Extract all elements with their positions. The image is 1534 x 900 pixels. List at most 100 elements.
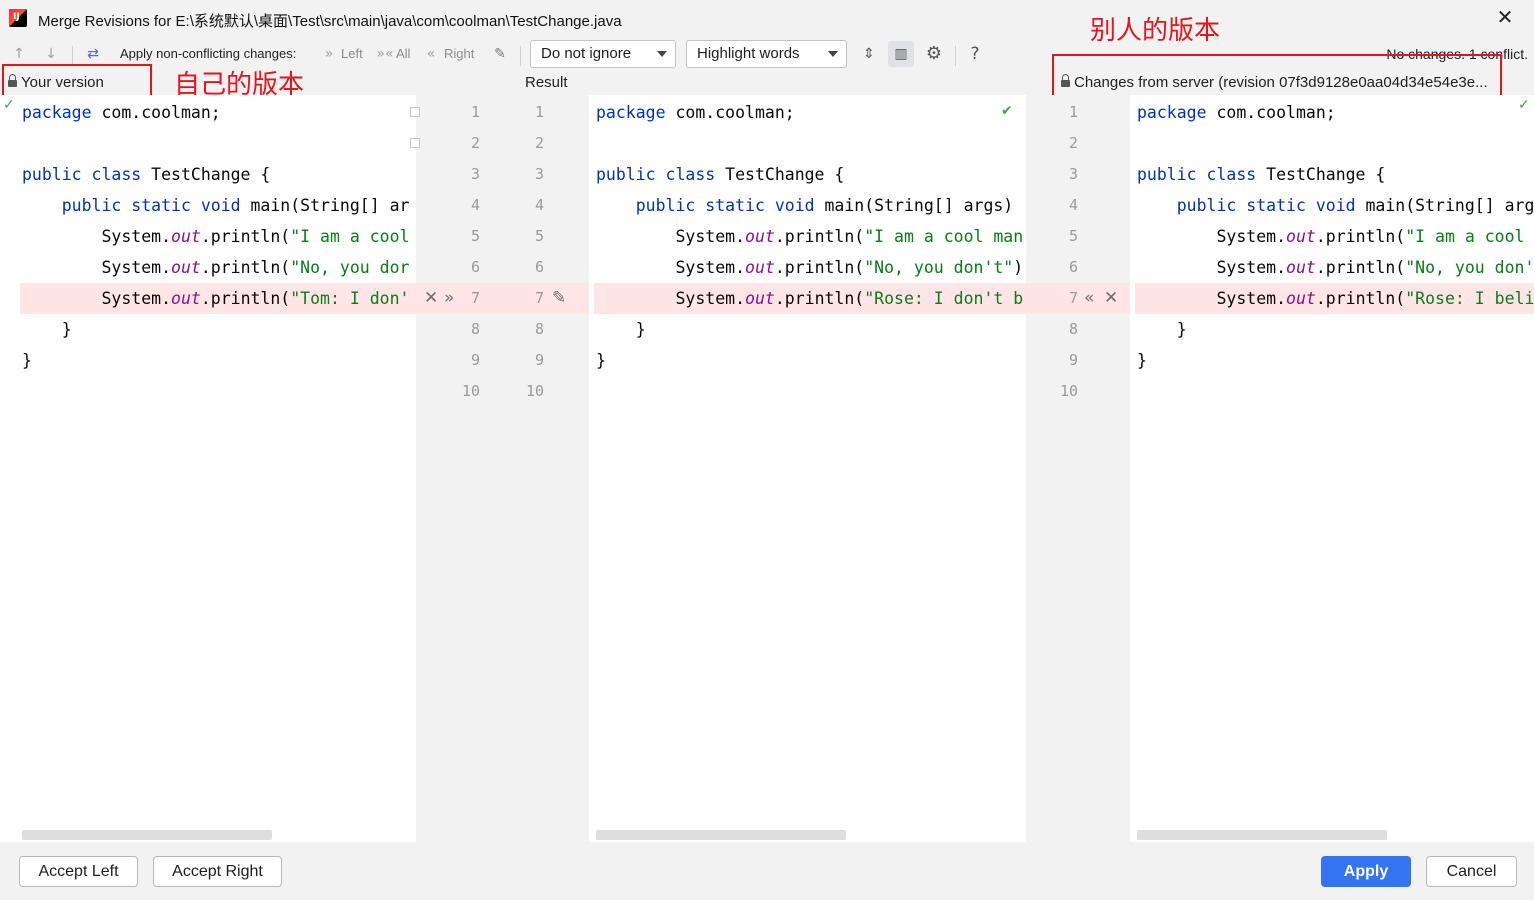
- code-token: com.coolman;: [91, 103, 221, 122]
- fold-marker-icon[interactable]: [410, 138, 420, 148]
- code-line: }: [22, 314, 72, 345]
- sync-scroll-icon[interactable]: ⇄: [82, 44, 104, 64]
- gear-icon[interactable]: ⚙: [922, 44, 946, 64]
- line-number: 4: [1068, 196, 1078, 214]
- toolbar-separator: [955, 46, 956, 66]
- code-token: System.: [1137, 289, 1287, 308]
- accept-left-button[interactable]: Accept Left: [19, 856, 138, 887]
- highlight-mode-select[interactable]: Highlight words: [686, 40, 847, 68]
- line-number: 5: [534, 227, 544, 245]
- left-editor[interactable]: package com.coolman; public class TestCha…: [0, 95, 416, 842]
- apply-right-button[interactable]: Right: [444, 46, 474, 61]
- code-token: System.: [596, 227, 746, 246]
- code-line: }: [1137, 345, 1147, 376]
- line-number: 2: [1068, 134, 1078, 152]
- code-token: "I am a cool: [290, 227, 410, 246]
- accept-right-button[interactable]: Accept Right: [153, 856, 282, 887]
- result-editor[interactable]: package com.coolman; public class TestCha…: [589, 95, 1026, 842]
- code-line: package com.coolman;: [596, 97, 795, 128]
- apply-left-change-icon[interactable]: »: [444, 283, 454, 314]
- chevron-down-icon: [657, 51, 667, 57]
- code-token: "I am a cool man: [864, 227, 1024, 246]
- ignore-whitespace-select[interactable]: Do not ignore: [530, 40, 676, 68]
- line-number: 7: [1068, 289, 1078, 307]
- line-number: 6: [470, 258, 480, 276]
- code-line: }: [596, 314, 646, 345]
- line-number: 8: [1068, 320, 1078, 338]
- line-number: 9: [1068, 351, 1078, 369]
- code-token: public static void: [635, 196, 815, 215]
- previous-difference-icon[interactable]: ↑: [10, 44, 28, 64]
- apply-button[interactable]: Apply: [1321, 856, 1411, 887]
- right-editor[interactable]: package com.coolman; public class TestCha…: [1130, 95, 1534, 842]
- code-token: .println(: [1315, 227, 1406, 246]
- magic-resolve-icon[interactable]: ✎: [552, 283, 566, 314]
- horizontal-scrollbar[interactable]: [1137, 830, 1387, 840]
- code-token: .println(: [200, 289, 291, 308]
- apply-left-button[interactable]: Left: [341, 46, 363, 61]
- ignore-select-value: Do not ignore: [541, 45, 632, 62]
- code-line: public class TestChange {: [596, 159, 844, 190]
- title-bar: IJ Merge Revisions for E:\系统默认\桌面\Test\s…: [0, 0, 1534, 38]
- code-token: out: [171, 227, 201, 246]
- code-token: .println(: [774, 258, 865, 277]
- code-token: System.: [22, 258, 172, 277]
- code-line: }: [22, 345, 32, 376]
- code-token: out: [171, 289, 201, 308]
- apply-all-button[interactable]: All: [396, 46, 410, 61]
- code-token: "Rose: I beli: [1405, 289, 1534, 308]
- apply-non-conflicting-label: Apply non-conflicting changes:: [120, 46, 297, 61]
- next-difference-icon[interactable]: ↓: [42, 44, 60, 64]
- fold-marker-icon[interactable]: [410, 107, 420, 117]
- code-token: main(String[] ar: [240, 196, 410, 215]
- horizontal-scrollbar[interactable]: [596, 830, 846, 840]
- code-token: package: [596, 103, 666, 122]
- horizontal-scrollbar[interactable]: [22, 830, 272, 840]
- code-token: }: [22, 351, 32, 370]
- discard-right-icon[interactable]: ✕: [1104, 283, 1118, 314]
- code-token: ): [1013, 258, 1024, 277]
- code-line: public class TestChange {: [22, 159, 270, 190]
- line-number: 5: [1068, 227, 1078, 245]
- code-token: .println(: [200, 227, 291, 246]
- line-number: 9: [470, 351, 480, 369]
- code-token: System.: [596, 258, 746, 277]
- apply-right-change-icon[interactable]: «: [1084, 283, 1094, 314]
- code-token: TestChange {: [141, 165, 271, 184]
- line-number: 1: [470, 103, 480, 121]
- line-number: 5: [470, 227, 480, 245]
- toolbar-separator: [520, 46, 521, 66]
- line-number: 4: [470, 196, 480, 214]
- code-line: System.out.println("I am a cool: [1137, 221, 1524, 252]
- toolbar-separator: [72, 46, 73, 66]
- code-token: "Tom: I don': [290, 289, 410, 308]
- side-by-side-icon[interactable]: ▥: [888, 41, 914, 67]
- left-center-gutter: 1 2 3 4 5 6 7 8 9 10 1 2 3 4 5 6 7 8 9 10 ✕» ✎: [410, 95, 589, 842]
- window-title: Merge Revisions for E:\系统默认\桌面\Test\src\…: [38, 13, 622, 30]
- code-line: package com.coolman;: [1137, 97, 1336, 128]
- apply-all-icon[interactable]: »«: [376, 44, 394, 64]
- code-line: }: [596, 345, 606, 376]
- code-token: }: [1137, 320, 1187, 339]
- code-token: TestChange {: [1256, 165, 1386, 184]
- code-token: .println(: [1315, 258, 1406, 277]
- code-line: public static void main(String[] arg: [1137, 190, 1534, 221]
- code-line: System.out.println("No, you don't"): [596, 252, 1023, 283]
- code-token: package: [1137, 103, 1207, 122]
- line-number: 10: [461, 382, 480, 400]
- code-token: "No, you don't": [864, 258, 1014, 277]
- help-icon[interactable]: ?: [964, 44, 986, 64]
- line-number: 2: [534, 134, 544, 152]
- resolved-check-icon: ✔: [1001, 103, 1013, 119]
- cancel-button[interactable]: Cancel: [1426, 856, 1517, 887]
- close-icon[interactable]: ✕: [1494, 6, 1516, 28]
- magic-resolve-icon[interactable]: ✎: [490, 44, 510, 64]
- code-token: main(String[] arg: [1355, 196, 1534, 215]
- discard-left-icon[interactable]: ✕: [424, 283, 438, 314]
- apply-right-icon[interactable]: «: [422, 44, 440, 64]
- code-token: }: [596, 351, 606, 370]
- apply-left-icon[interactable]: »: [320, 44, 338, 64]
- collapse-unchanged-icon[interactable]: ⇕: [858, 44, 880, 64]
- line-number: 4: [534, 196, 544, 214]
